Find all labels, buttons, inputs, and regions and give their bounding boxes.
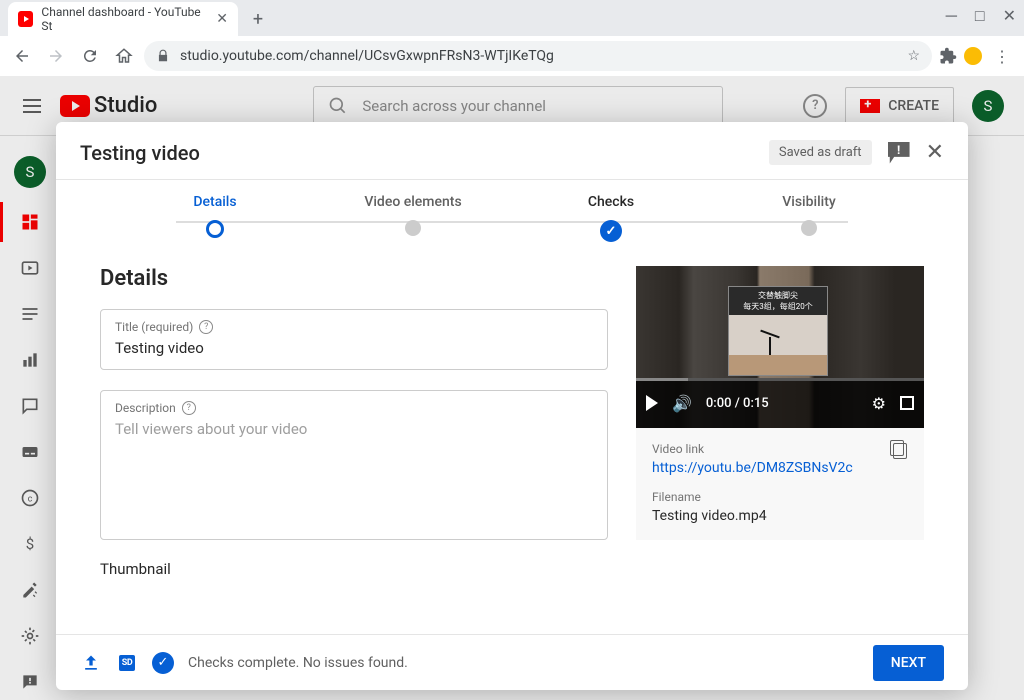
window-controls: ─ □ ✕ [946,6,1016,26]
video-link-label: Video link [652,442,908,456]
youtube-favicon-icon [18,11,33,27]
home-button[interactable] [110,42,138,70]
upload-modal: Testing video Saved as draft ✕ Details V… [56,122,968,690]
modal-body: Details Title (required) ? Testing video… [56,242,968,634]
filename-label: Filename [652,490,908,504]
step-dot-icon [206,220,224,238]
title-value: Testing video [115,339,593,357]
preview-panel: 交替触脚尖 每天3组，每组20个 🔊 0:00 / 0:15 ⚙ [636,266,924,634]
details-form: Details Title (required) ? Testing video… [100,266,608,634]
section-title: Details [100,266,608,291]
thumbnail-label: Thumbnail [100,560,608,578]
volume-icon[interactable]: 🔊 [672,394,692,413]
new-tab-button[interactable]: + [244,5,272,33]
fullscreen-icon[interactable] [900,396,914,410]
description-label: Description [115,401,176,415]
video-floor [729,355,827,375]
video-overlay-text: 交替触脚尖 每天3组，每组20个 [729,290,827,312]
title-field[interactable]: Title (required) ? Testing video [100,309,608,370]
step-checks[interactable]: Checks [512,194,710,242]
tab-bar: Channel dashboard - YouTube St ✕ + [0,0,1024,36]
filename-value: Testing video.mp4 [652,508,908,524]
help-icon[interactable]: ? [199,320,213,334]
close-window-icon[interactable]: ✕ [1003,6,1016,26]
step-dot-icon [600,220,622,242]
profile-extension-icon[interactable] [964,47,982,65]
browser-tab[interactable]: Channel dashboard - YouTube St ✕ [8,2,238,36]
stepper: Details Video elements Checks Visibility [56,180,968,242]
modal-title: Testing video [80,141,200,165]
url-text: studio.youtube.com/channel/UCsvGxwpnFRsN… [180,48,554,64]
play-icon[interactable] [646,395,658,411]
maximize-icon[interactable]: □ [975,6,985,26]
step-dot-icon [405,220,421,236]
progress-bar[interactable] [636,378,924,381]
address-bar-row: studio.youtube.com/channel/UCsvGxwpnFRsN… [0,36,1024,76]
step-dot-icon [801,220,817,236]
time-display: 0:00 / 0:15 [706,396,769,411]
tab-title: Channel dashboard - YouTube St [41,5,208,33]
bookmark-star-icon[interactable]: ☆ [907,48,920,64]
step-line [176,221,848,223]
video-meta: Video link https://youtu.be/DM8ZSBNsV2c … [636,428,924,540]
reload-button[interactable] [76,42,104,70]
modal-footer: SD ✓ Checks complete. No issues found. N… [56,634,968,690]
minimize-icon[interactable]: ─ [946,6,957,26]
draft-badge: Saved as draft [769,140,872,165]
help-icon[interactable]: ? [182,401,196,415]
address-bar[interactable]: studio.youtube.com/channel/UCsvGxwpnFRsN… [144,41,932,71]
step-visibility[interactable]: Visibility [710,194,908,242]
modal-header: Testing video Saved as draft ✕ [56,122,968,180]
browser-chrome: ─ □ ✕ Channel dashboard - YouTube St ✕ +… [0,0,1024,76]
checks-complete-icon: ✓ [152,652,174,674]
extensions-icon[interactable] [938,46,958,66]
video-inner-frame: 交替触脚尖 每天3组，每组20个 [728,286,828,376]
video-controls: 🔊 0:00 / 0:15 ⚙ [636,378,924,428]
lock-icon [156,49,170,63]
settings-gear-icon[interactable]: ⚙ [872,394,886,413]
step-video-elements[interactable]: Video elements [314,194,512,242]
next-button[interactable]: NEXT [873,645,944,681]
close-icon[interactable]: ✕ [926,140,944,165]
footer-status: Checks complete. No issues found. [188,655,408,671]
feedback-icon[interactable] [888,142,910,164]
description-placeholder: Tell viewers about your video [115,420,593,438]
video-link[interactable]: https://youtu.be/DM8ZSBNsV2c [652,460,908,476]
upload-status-icon [80,652,102,674]
description-field[interactable]: Description ? Tell viewers about your vi… [100,390,608,540]
step-details[interactable]: Details [116,194,314,242]
hd-badge-icon: SD [116,652,138,674]
forward-button [42,42,70,70]
title-label: Title (required) [115,320,193,334]
browser-menu-icon[interactable]: ⋮ [988,42,1016,70]
copy-link-icon[interactable] [888,440,908,460]
tab-close-icon[interactable]: ✕ [216,11,228,27]
video-preview[interactable]: 交替触脚尖 每天3组，每组20个 🔊 0:00 / 0:15 ⚙ [636,266,924,428]
back-button[interactable] [8,42,36,70]
